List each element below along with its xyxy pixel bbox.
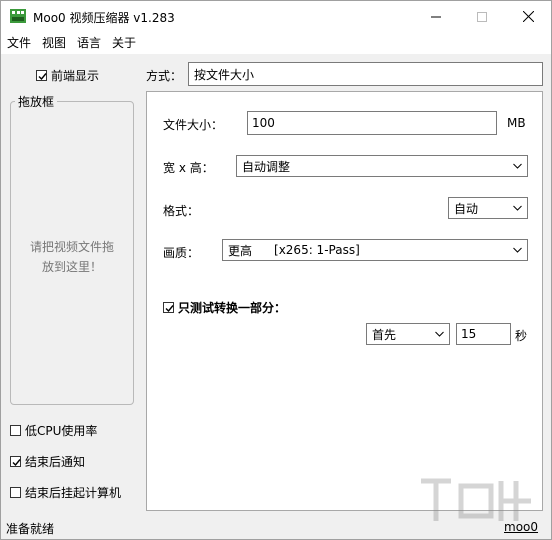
mode-value: 按文件大小 (194, 67, 255, 82)
file-size-input[interactable]: 100 (247, 111, 497, 135)
format-select[interactable]: 自动 (448, 197, 528, 219)
menu-about[interactable]: 关于 (106, 32, 141, 54)
quality-value: 更高 (228, 243, 253, 258)
format-label: 格式： (163, 204, 200, 218)
low-cpu-label: 低CPU使用率 (25, 424, 98, 438)
hibernate-label: 结束后挂起计算机 (25, 486, 122, 500)
checkmark-icon (12, 459, 21, 467)
checkmark-icon (38, 73, 47, 81)
low-cpu-checkbox[interactable]: 低CPU使用率 (10, 422, 97, 439)
menu-language[interactable]: 语言 (71, 32, 106, 54)
drop-zone-title: 拖放框 (15, 93, 58, 110)
menu-file[interactable]: 文件 (1, 32, 36, 54)
always-on-top-checkbox[interactable]: 前端显示 (36, 67, 99, 84)
file-size-value: 100 (252, 116, 275, 130)
format-value: 自动 (454, 201, 479, 216)
part-position-value: 首先 (372, 327, 397, 342)
chevron-down-icon (435, 331, 444, 337)
checkbox-box (163, 302, 174, 313)
minimize-icon (431, 16, 441, 17)
part-seconds-value: 15 (461, 327, 477, 341)
watermark-logo-icon (421, 478, 531, 521)
minimize-button[interactable] (413, 1, 459, 32)
maximize-icon (477, 11, 487, 22)
drop-zone-hint-line2: 放到这里！ (41, 260, 102, 274)
checkbox-box (10, 487, 21, 498)
mode-select[interactable]: 按文件大小 (188, 62, 543, 86)
close-button[interactable] (505, 1, 551, 32)
part-seconds-input[interactable]: 15 (456, 323, 511, 345)
title-bar: Moo0 视频压缩器 v1.283 (1, 1, 551, 32)
maximize-button[interactable] (459, 1, 505, 32)
menu-view[interactable]: 视图 (36, 32, 71, 54)
notify-label: 结束后通知 (25, 455, 86, 469)
menu-bar: 文件 视图 语言 关于 (1, 32, 551, 54)
notify-checkbox[interactable]: 结束后通知 (10, 453, 85, 470)
quality-codec: [x265: 1-Pass] (274, 243, 360, 257)
app-logo-icon (10, 9, 26, 23)
dimensions-label: 宽 x 高： (163, 161, 214, 175)
dimensions-select[interactable]: 自动调整 (236, 155, 528, 177)
status-text: 准备就绪 (6, 522, 55, 536)
settings-panel: 文件大小： 100 MB 宽 x 高： 自动调整 格式： 自动 画质： 更高 [… (146, 91, 543, 511)
always-on-top-label: 前端显示 (51, 69, 100, 83)
file-size-unit: MB (507, 116, 526, 130)
test-part-checkbox[interactable]: 只测试转换一部分： (163, 299, 286, 316)
part-position-select[interactable]: 首先 (366, 323, 450, 345)
app-window: Moo0 视频压缩器 v1.283 文件 视图 语言 关于 前端显示 拖放框 请… (0, 0, 552, 540)
drop-zone-hint-line1: 请把视频文件拖 (29, 240, 114, 254)
part-seconds-unit: 秒 (515, 329, 528, 343)
chevron-down-icon (513, 247, 522, 253)
drop-zone-hint: 请把视频文件拖 放到这里！ (10, 237, 134, 277)
test-part-label: 只测试转换一部分： (178, 301, 287, 315)
checkbox-box (10, 425, 21, 436)
mode-label: 方式： (146, 69, 183, 83)
chevron-down-icon (513, 205, 522, 211)
quality-label: 画质： (163, 246, 200, 260)
file-size-label: 文件大小： (163, 118, 224, 132)
close-icon (522, 11, 534, 22)
hibernate-checkbox[interactable]: 结束后挂起计算机 (10, 484, 121, 501)
quality-select[interactable]: 更高 [x265: 1-Pass] (222, 239, 528, 261)
checkbox-box (10, 456, 21, 467)
checkmark-icon (165, 305, 174, 313)
dimensions-value: 自动调整 (242, 159, 291, 174)
chevron-down-icon (513, 163, 522, 169)
checkbox-box (36, 70, 47, 81)
window-title: Moo0 视频压缩器 v1.283 (33, 11, 175, 25)
